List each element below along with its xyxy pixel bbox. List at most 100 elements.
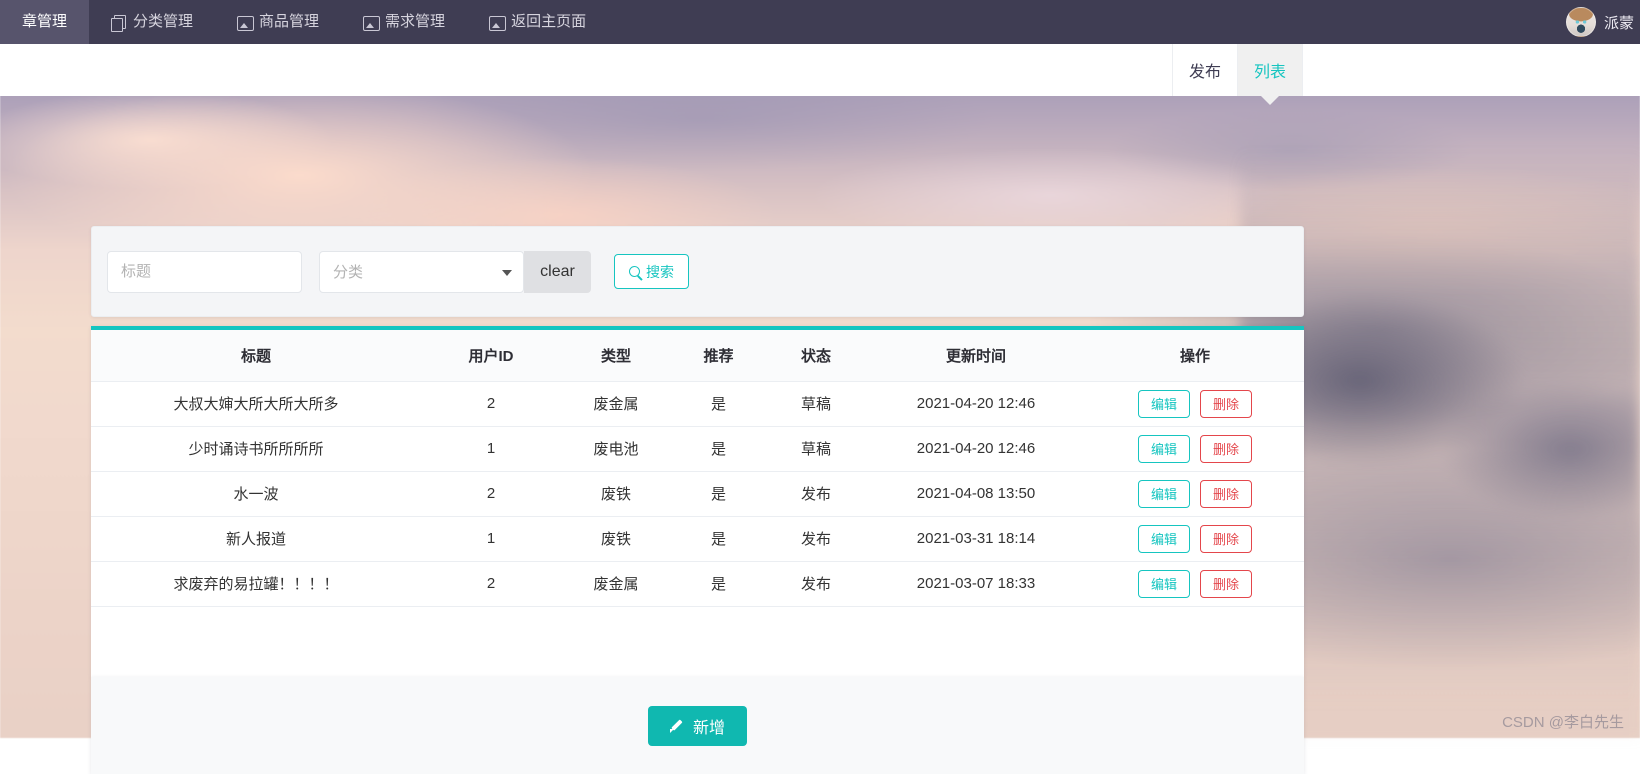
- image-icon: [363, 15, 378, 30]
- search-button[interactable]: 搜索: [614, 254, 689, 289]
- nav-item-demand-management[interactable]: 需求管理: [341, 0, 467, 44]
- edit-button[interactable]: 编辑: [1138, 435, 1190, 463]
- category-select[interactable]: 分类: [319, 251, 524, 293]
- cell-actions: 编辑 删除: [1086, 426, 1304, 471]
- search-panel: 分类 clear 搜索: [91, 226, 1304, 317]
- cell-user-id: 1: [421, 426, 561, 471]
- action-group: 编辑 删除: [1086, 390, 1304, 418]
- action-group: 编辑 删除: [1086, 480, 1304, 508]
- column-header-actions: 操作: [1086, 330, 1304, 381]
- cell-updated: 2021-03-31 18:14: [866, 516, 1086, 561]
- table-header-row: 标题 用户ID 类型 推荐 状态 更新时间 操作: [91, 330, 1304, 381]
- table-row[interactable]: 少时诵诗书所所所所 1 废电池 是 草稿 2021-04-20 12:46 编辑…: [91, 426, 1304, 471]
- cell-state: 草稿: [766, 381, 866, 426]
- cell-actions: 编辑 删除: [1086, 561, 1304, 606]
- tab-label: 列表: [1254, 58, 1286, 82]
- table-row[interactable]: 水一波 2 废铁 是 发布 2021-04-08 13:50 编辑 删除: [91, 471, 1304, 516]
- tab-publish[interactable]: 发布: [1172, 44, 1237, 96]
- cell-title: 新人报道: [91, 516, 421, 561]
- column-header-recommend: 推荐: [671, 330, 766, 381]
- cell-user-id: 2: [421, 471, 561, 516]
- search-button-label: 搜索: [646, 262, 674, 282]
- action-group: 编辑 删除: [1086, 525, 1304, 553]
- tab-strip: 发布 列表: [0, 44, 1640, 96]
- cell-state: 发布: [766, 561, 866, 606]
- delete-button[interactable]: 删除: [1200, 570, 1252, 598]
- cell-type: 废金属: [561, 381, 671, 426]
- cell-type: 废金属: [561, 561, 671, 606]
- column-header-state: 状态: [766, 330, 866, 381]
- top-navigation-bar: 章管理 分类管理 商品管理 需求管理 返回主页面 派蒙: [0, 0, 1640, 44]
- cell-title: 求废弃的易拉罐！！！！: [91, 561, 421, 606]
- nav-item-label: 章管理: [22, 0, 67, 44]
- nav-item-label: 商品管理: [259, 0, 319, 44]
- user-name: 派蒙: [1604, 12, 1634, 33]
- tab-list[interactable]: 列表: [1237, 44, 1302, 96]
- clear-button-label: clear: [540, 263, 575, 281]
- search-icon: [629, 266, 640, 277]
- table-row[interactable]: 新人报道 1 废铁 是 发布 2021-03-31 18:14 编辑 删除: [91, 516, 1304, 561]
- category-select-value: 分类: [333, 261, 363, 282]
- cell-updated: 2021-04-08 13:50: [866, 471, 1086, 516]
- copy-icon: [111, 15, 126, 30]
- action-group: 编辑 删除: [1086, 435, 1304, 463]
- cell-actions: 编辑 删除: [1086, 516, 1304, 561]
- avatar: [1566, 7, 1596, 37]
- nav-item-product-management[interactable]: 商品管理: [215, 0, 341, 44]
- edit-button[interactable]: 编辑: [1138, 480, 1190, 508]
- cell-actions: 编辑 删除: [1086, 381, 1304, 426]
- chevron-down-icon: [502, 270, 512, 276]
- cell-updated: 2021-04-20 12:46: [866, 381, 1086, 426]
- cell-type: 废铁: [561, 516, 671, 561]
- tab-label: 发布: [1189, 58, 1221, 82]
- cell-recommend: 是: [671, 516, 766, 561]
- clear-button[interactable]: clear: [524, 251, 591, 293]
- main-content: 分类 clear 搜索 标题 用户ID 类型 推荐 状态 更新时间 操作: [0, 96, 1640, 738]
- add-button-label: 新增: [693, 714, 725, 738]
- table-head: 标题 用户ID 类型 推荐 状态 更新时间 操作: [91, 330, 1304, 381]
- image-icon: [237, 15, 252, 30]
- nav-item-return-home[interactable]: 返回主页面: [467, 0, 608, 44]
- table-body: 大叔大婶大所大所大所多 2 废金属 是 草稿 2021-04-20 12:46 …: [91, 381, 1304, 606]
- pencil-icon: [670, 719, 684, 733]
- user-menu[interactable]: 派蒙: [1566, 0, 1640, 44]
- delete-button[interactable]: 删除: [1200, 480, 1252, 508]
- nav-item-label: 返回主页面: [511, 0, 586, 44]
- action-group: 编辑 删除: [1086, 570, 1304, 598]
- cell-user-id: 2: [421, 381, 561, 426]
- add-button[interactable]: 新增: [648, 706, 747, 746]
- table-row[interactable]: 求废弃的易拉罐！！！！ 2 废金属 是 发布 2021-03-07 18:33 …: [91, 561, 1304, 606]
- edit-button[interactable]: 编辑: [1138, 570, 1190, 598]
- watermark: CSDN @李白先生: [1502, 711, 1624, 732]
- nav-item-article-management[interactable]: 章管理: [0, 0, 89, 44]
- cell-user-id: 1: [421, 516, 561, 561]
- edit-button[interactable]: 编辑: [1138, 525, 1190, 553]
- column-header-type: 类型: [561, 330, 671, 381]
- cell-updated: 2021-03-07 18:33: [866, 561, 1086, 606]
- cell-type: 废电池: [561, 426, 671, 471]
- nav-item-category-management[interactable]: 分类管理: [89, 0, 215, 44]
- cell-recommend: 是: [671, 561, 766, 606]
- search-title-input[interactable]: [107, 251, 302, 293]
- cell-title: 少时诵诗书所所所所: [91, 426, 421, 471]
- cell-updated: 2021-04-20 12:46: [866, 426, 1086, 471]
- cell-type: 废铁: [561, 471, 671, 516]
- cell-recommend: 是: [671, 471, 766, 516]
- table-row[interactable]: 大叔大婶大所大所大所多 2 废金属 是 草稿 2021-04-20 12:46 …: [91, 381, 1304, 426]
- column-header-user-id: 用户ID: [421, 330, 561, 381]
- nav-item-label: 分类管理: [133, 0, 193, 44]
- cell-state: 发布: [766, 471, 866, 516]
- cell-state: 发布: [766, 516, 866, 561]
- cell-recommend: 是: [671, 426, 766, 471]
- delete-button[interactable]: 删除: [1200, 525, 1252, 553]
- cell-state: 草稿: [766, 426, 866, 471]
- edit-button[interactable]: 编辑: [1138, 390, 1190, 418]
- column-header-updated: 更新时间: [866, 330, 1086, 381]
- cell-recommend: 是: [671, 381, 766, 426]
- nav-item-label: 需求管理: [385, 0, 445, 44]
- tab-strip-end-padding: [1302, 44, 1640, 96]
- delete-button[interactable]: 删除: [1200, 435, 1252, 463]
- data-table-card: 标题 用户ID 类型 推荐 状态 更新时间 操作 大叔大婶大所大所大所多 2 废…: [91, 326, 1304, 677]
- delete-button[interactable]: 删除: [1200, 390, 1252, 418]
- data-table: 标题 用户ID 类型 推荐 状态 更新时间 操作 大叔大婶大所大所大所多 2 废…: [91, 330, 1304, 607]
